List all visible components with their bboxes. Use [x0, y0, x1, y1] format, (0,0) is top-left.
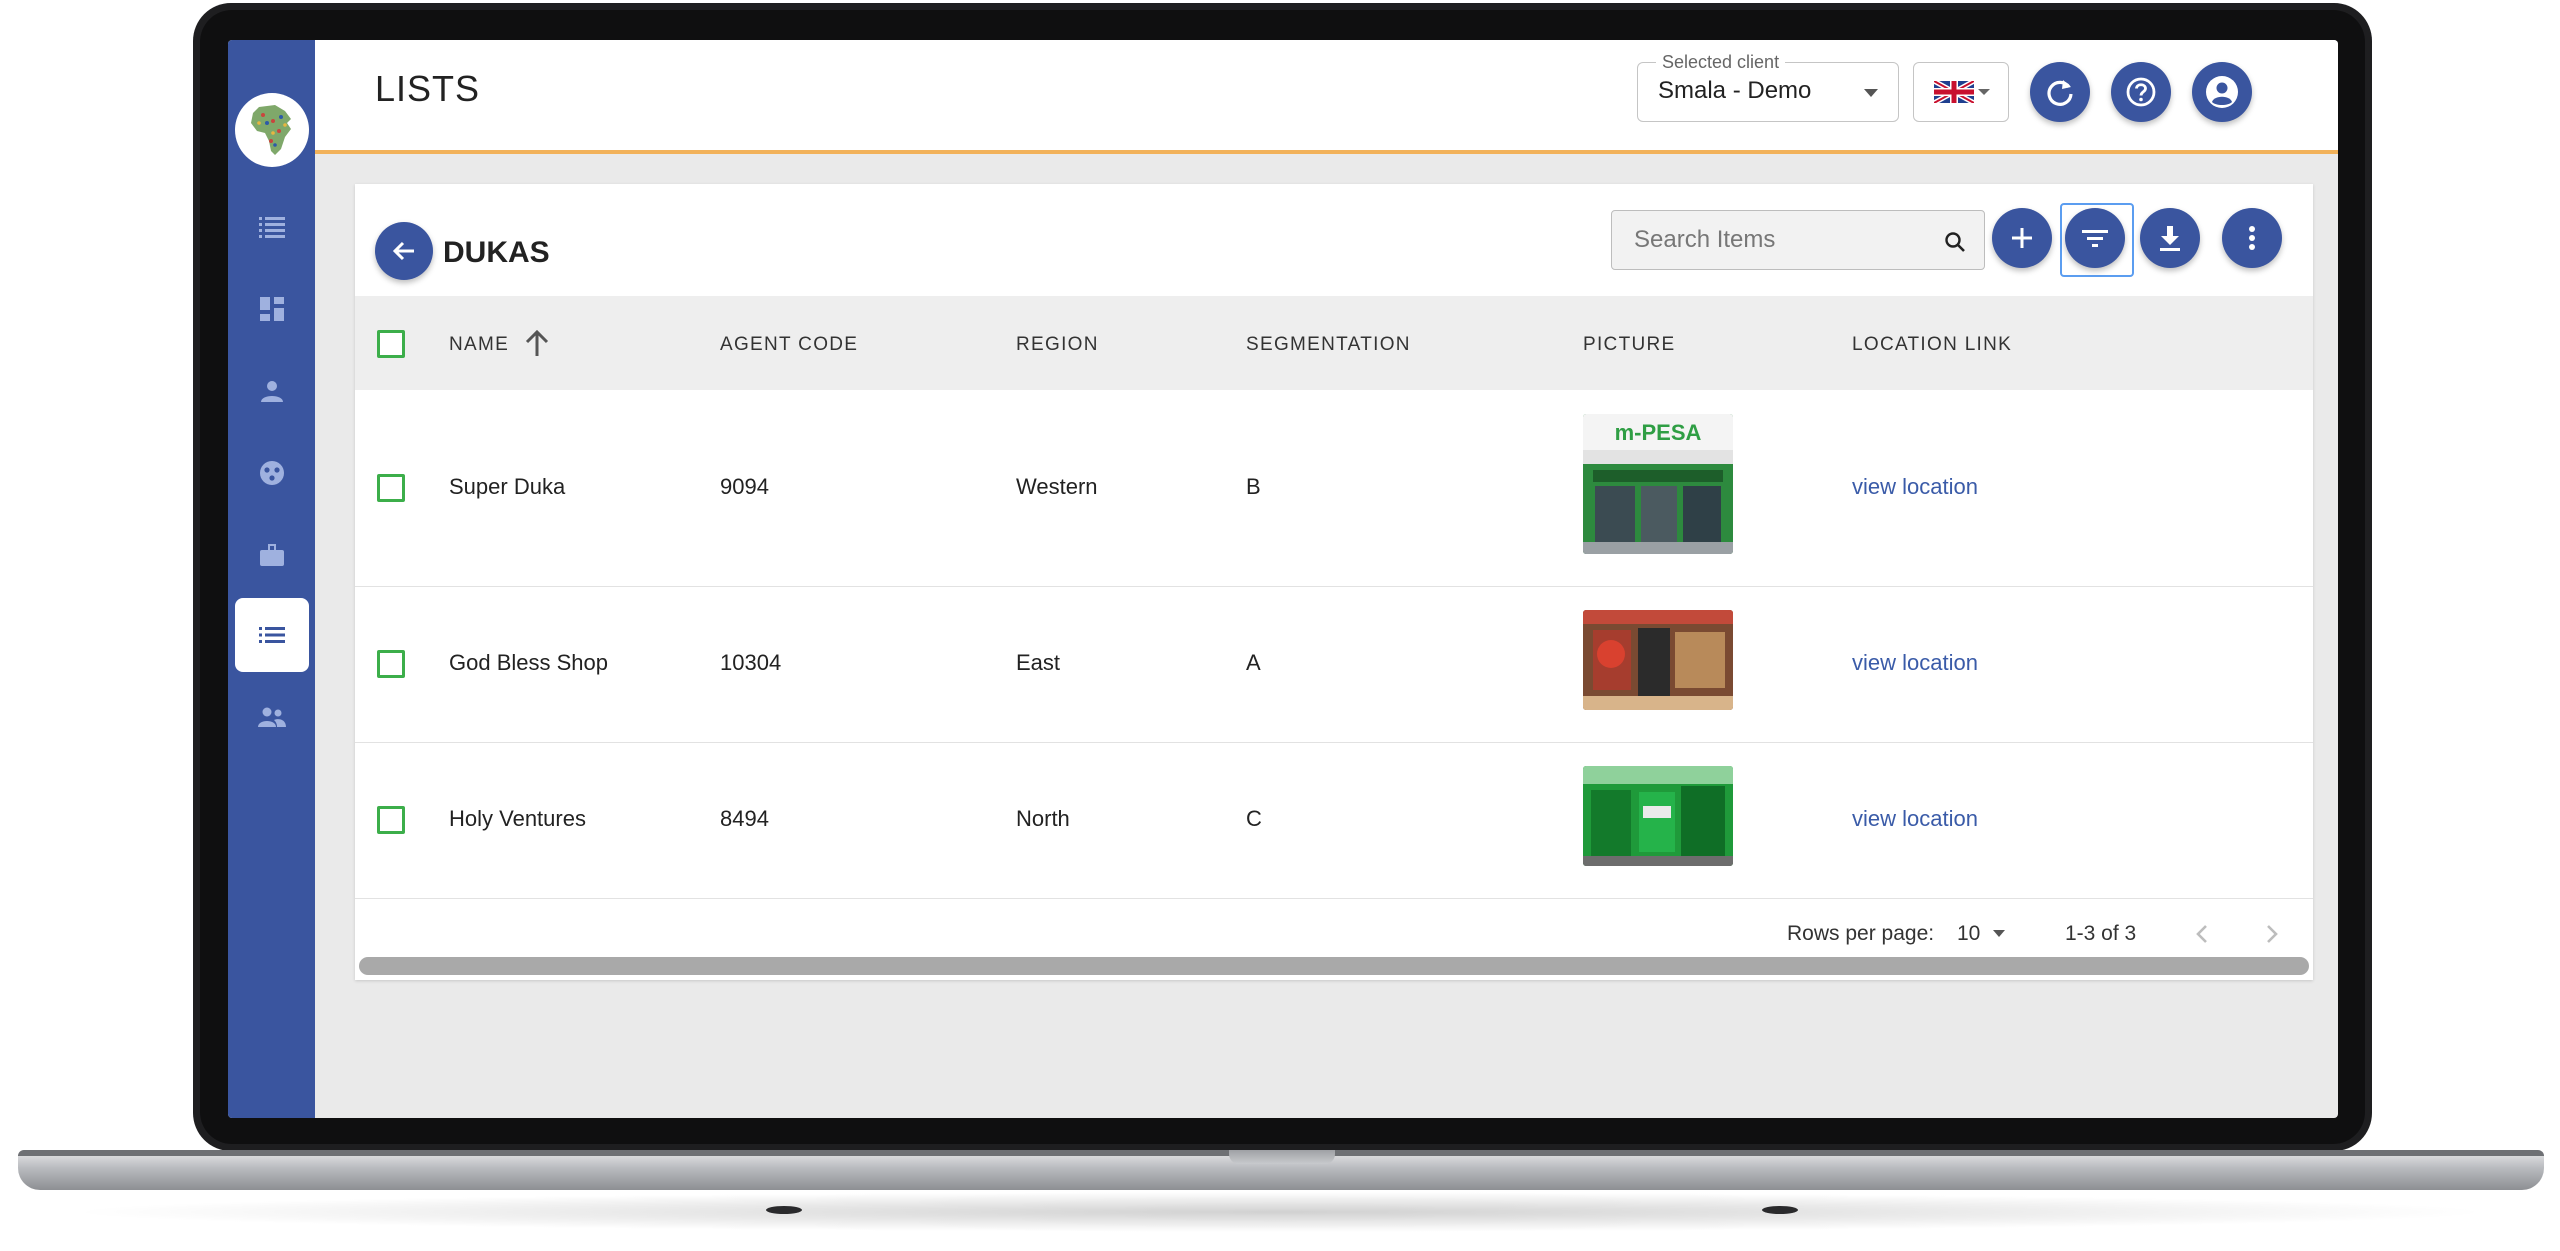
- africa-logo[interactable]: [235, 93, 309, 167]
- select-all-checkbox[interactable]: [377, 330, 405, 358]
- nav-users[interactable]: [235, 354, 309, 428]
- search-input[interactable]: [1632, 221, 1936, 259]
- row-checkbox[interactable]: [377, 806, 405, 834]
- shop-picture[interactable]: [1583, 766, 1733, 866]
- uk-flag-icon: [1934, 81, 1974, 103]
- briefcase-icon: [260, 544, 284, 566]
- cell-agent-code: 10304: [720, 650, 782, 675]
- client-select-value: Smala - Demo: [1658, 77, 1812, 104]
- cell-region: East: [1016, 650, 1061, 675]
- search-box[interactable]: [1611, 210, 1985, 270]
- search-icon[interactable]: [1944, 231, 1966, 253]
- dashboard-icon: [260, 297, 284, 321]
- view-location-link[interactable]: view location: [1852, 474, 1978, 500]
- cell-agent-code: 9094: [720, 474, 769, 499]
- chevron-down-icon: [1978, 89, 1990, 95]
- table-row[interactable]: Super Duka 9094 Western B m-PESA view lo…: [355, 390, 2313, 587]
- mpesa-sign-text: m-PESA: [1615, 420, 1702, 445]
- top-bar: LISTS Selected client Smala - Demo: [315, 40, 2338, 154]
- account-button[interactable]: [2192, 62, 2252, 122]
- add-icon: [2012, 228, 2032, 248]
- horizontal-scrollbar[interactable]: [359, 957, 2309, 975]
- language-select[interactable]: [1913, 62, 2009, 122]
- list-card: DUKAS NAME AGENT CODE REGION SEGMENTATIO…: [355, 184, 2313, 980]
- list-icon: [259, 627, 285, 643]
- view-location-link[interactable]: view location: [1852, 650, 1978, 676]
- view-location-link[interactable]: view location: [1852, 806, 1978, 832]
- cell-agent-code: 8494: [720, 806, 769, 831]
- page-title: LISTS: [375, 68, 481, 109]
- client-select-label: Selected client: [1656, 52, 1786, 73]
- nav-work[interactable]: [235, 518, 309, 592]
- cell-region: North: [1016, 806, 1070, 831]
- chevron-down-icon: [1864, 89, 1878, 97]
- cell-name: Super Duka: [449, 474, 566, 499]
- refresh-icon: [2047, 80, 2073, 106]
- arrow-left-icon: [392, 241, 414, 261]
- nav-lists-overview[interactable]: [235, 190, 309, 264]
- column-header-name[interactable]: NAME: [449, 334, 509, 356]
- laptop-foot: [766, 1206, 802, 1214]
- row-checkbox[interactable]: [377, 474, 405, 502]
- download-icon: [2160, 226, 2180, 251]
- nav-lists[interactable]: [235, 598, 309, 672]
- column-header-location-link[interactable]: LOCATION LINK: [1852, 334, 2012, 356]
- nav-dashboard[interactable]: [235, 272, 309, 346]
- help-button[interactable]: [2111, 62, 2171, 122]
- chevron-down-icon: [1993, 930, 2005, 937]
- rows-per-page-label: Rows per page:: [1787, 922, 1935, 945]
- column-header-picture[interactable]: PICTURE: [1583, 334, 1676, 356]
- table-header: NAME AGENT CODE REGION SEGMENTATION PICT…: [355, 296, 2313, 390]
- rows-per-page-select[interactable]: 10: [1957, 916, 2017, 950]
- filter-icon: [2082, 230, 2108, 247]
- laptop-foot: [1762, 1206, 1798, 1214]
- shop-picture[interactable]: m-PESA: [1583, 414, 1733, 554]
- segments-icon: [260, 461, 284, 485]
- table-row[interactable]: God Bless Shop 10304 East A view locatio…: [355, 586, 2313, 743]
- laptop-shadow: [60, 1192, 2500, 1232]
- chevron-left-icon[interactable]: [2195, 924, 2209, 944]
- back-button[interactable]: [375, 222, 433, 280]
- cell-name: God Bless Shop: [449, 650, 608, 675]
- nav-segments[interactable]: [235, 436, 309, 510]
- column-header-region[interactable]: REGION: [1016, 334, 1099, 356]
- cell-segmentation: B: [1246, 474, 1261, 499]
- add-item-button[interactable]: [1992, 208, 2052, 268]
- download-button[interactable]: [2140, 208, 2200, 268]
- column-header-agent-code[interactable]: AGENT CODE: [720, 334, 858, 356]
- table-row[interactable]: Holy Ventures 8494 North C view location: [355, 742, 2313, 899]
- cell-segmentation: C: [1246, 806, 1262, 831]
- laptop-notch: [1229, 1150, 1335, 1164]
- row-checkbox[interactable]: [377, 650, 405, 678]
- more-options-button[interactable]: [2222, 208, 2282, 268]
- team-icon: [258, 707, 286, 727]
- lists-icon: [259, 217, 285, 238]
- filter-button[interactable]: [2065, 208, 2125, 268]
- client-select[interactable]: Selected client Smala - Demo: [1637, 52, 1899, 122]
- cell-name: Holy Ventures: [449, 806, 586, 831]
- person-icon: [261, 381, 283, 402]
- pagination-range: 1-3 of 3: [2065, 922, 2137, 945]
- account-icon: [2206, 76, 2238, 108]
- nav-team[interactable]: [235, 680, 309, 754]
- arrow-up-icon[interactable]: [523, 328, 551, 358]
- shop-picture[interactable]: [1583, 610, 1733, 710]
- chevron-right-icon[interactable]: [2265, 924, 2279, 944]
- cell-region: Western: [1016, 474, 1098, 499]
- rows-per-page-value: 10: [1957, 922, 1981, 945]
- refresh-button[interactable]: [2030, 62, 2090, 122]
- more-icon: [2249, 226, 2255, 250]
- list-title: DUKAS: [443, 236, 550, 269]
- app-screen: LISTS Selected client Smala - Demo DUKAS…: [228, 40, 2338, 1118]
- column-header-segmentation[interactable]: SEGMENTATION: [1246, 334, 1411, 356]
- help-icon: [2126, 77, 2156, 107]
- sidebar: [228, 40, 315, 1118]
- cell-segmentation: A: [1246, 650, 1261, 675]
